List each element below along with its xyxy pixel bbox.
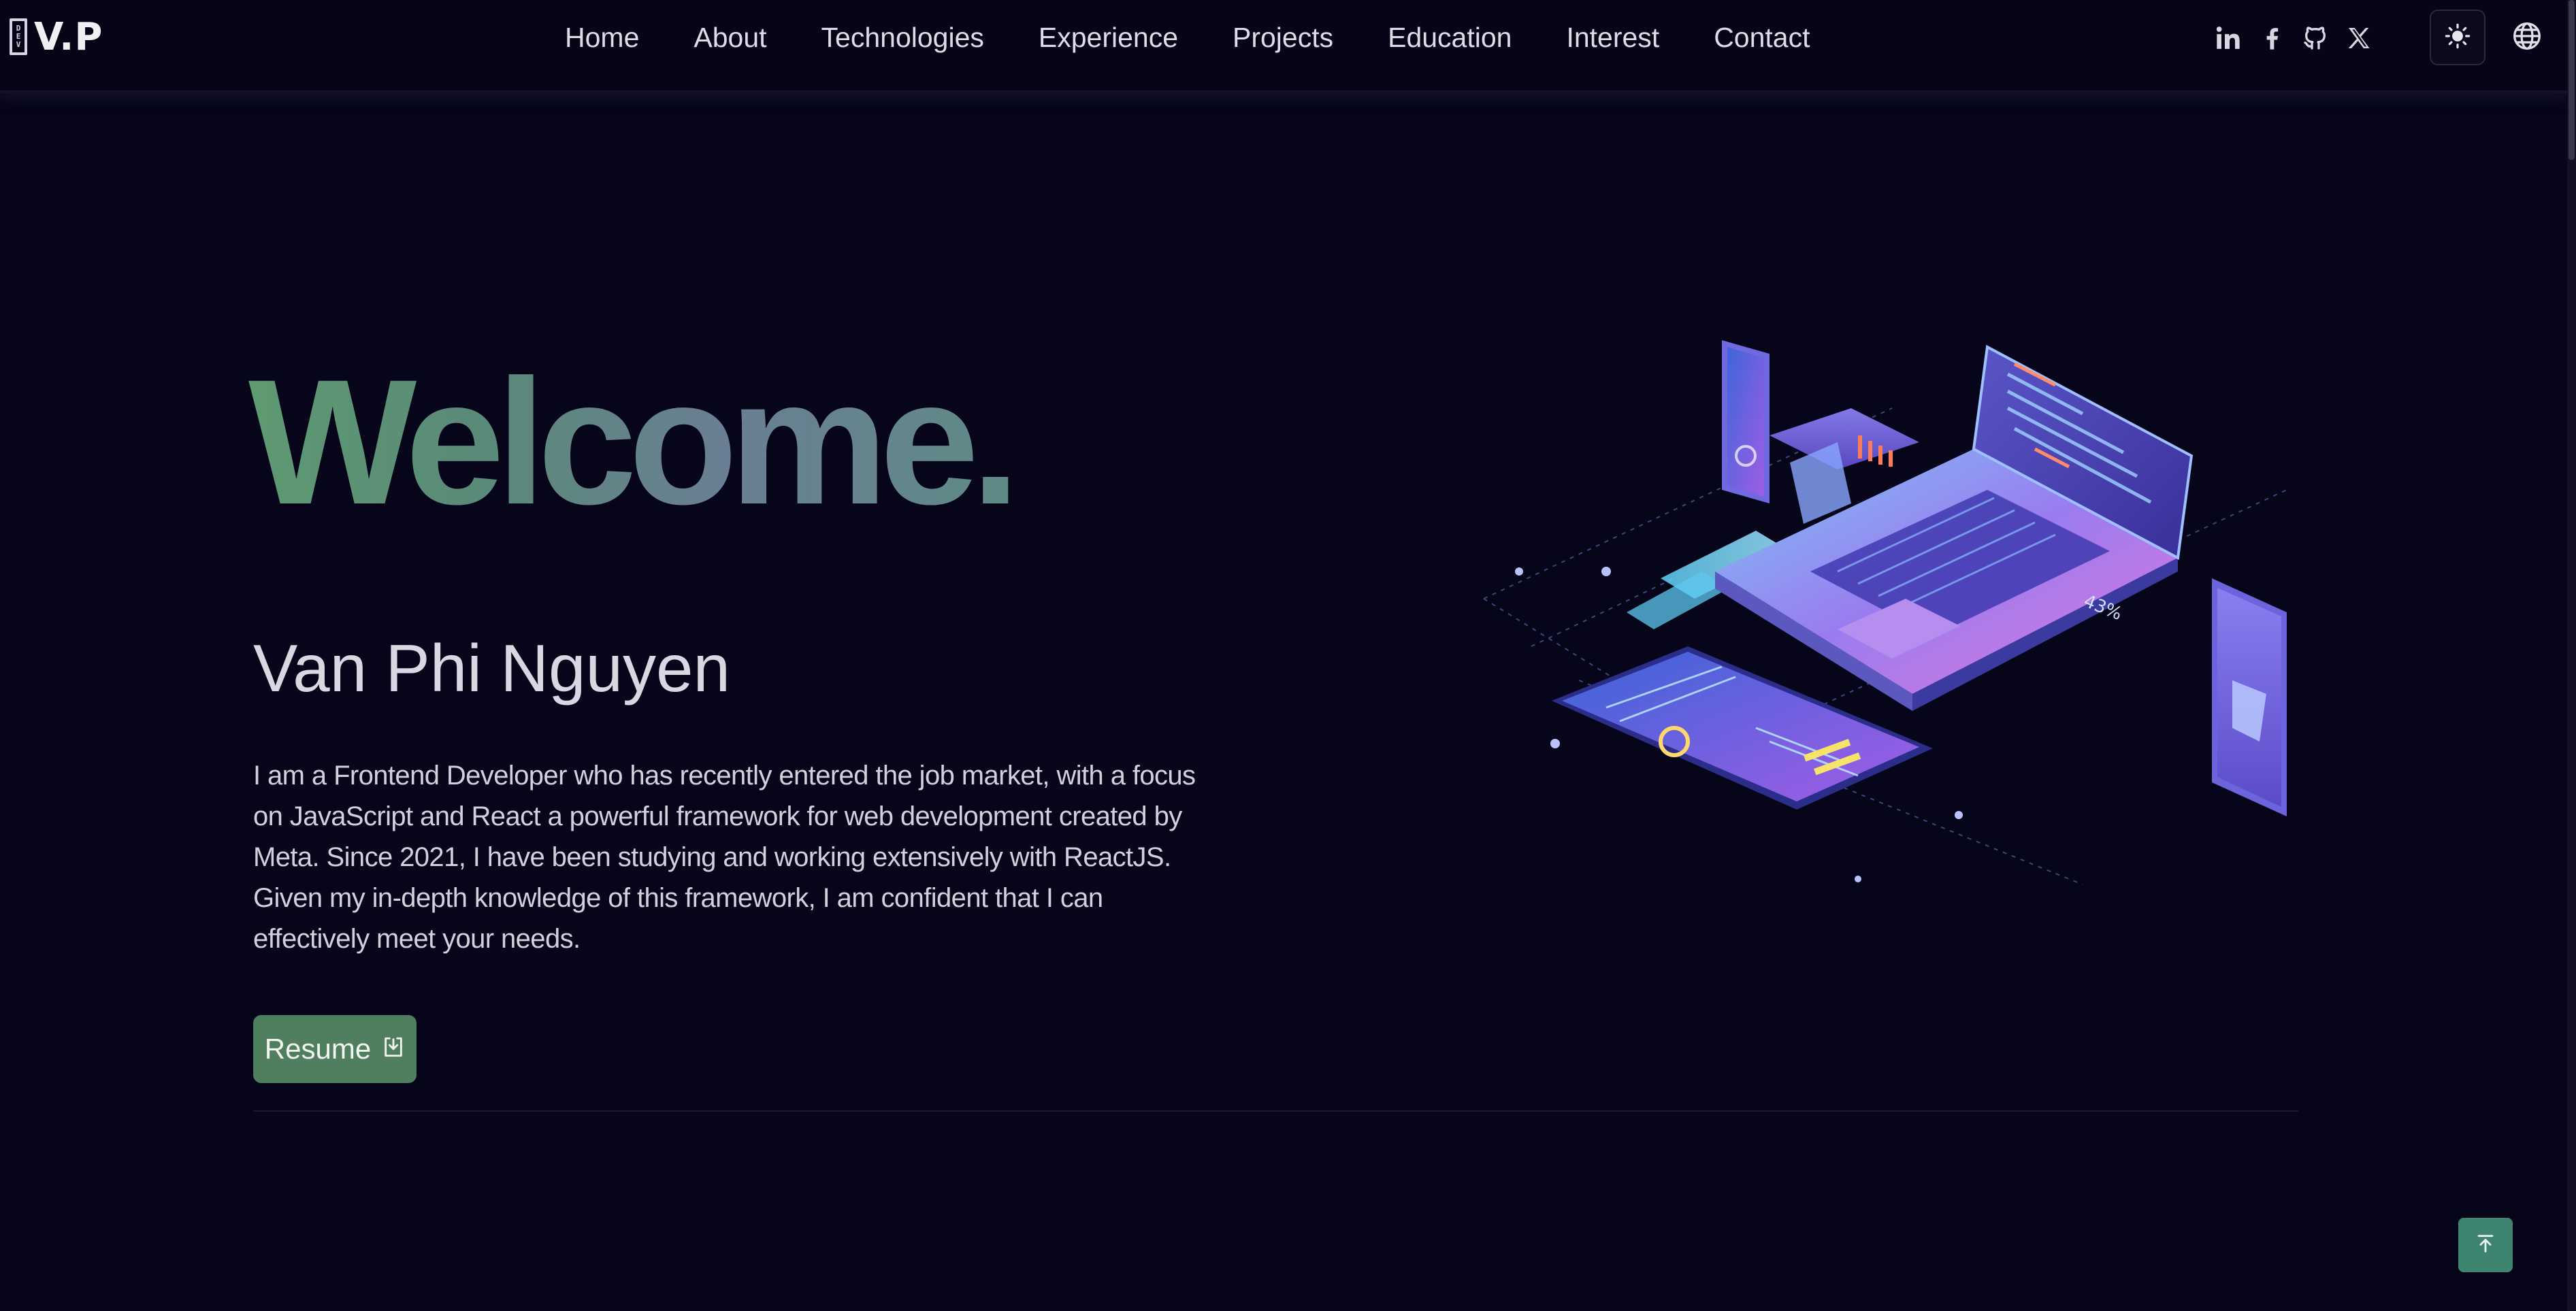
language-button[interactable] [2510,20,2544,54]
nav-link-experience[interactable]: Experience [1011,19,1205,56]
nav-link-about[interactable]: About [666,19,794,56]
resume-button[interactable]: Resume [253,1015,417,1083]
nav-link-contact[interactable]: Contact [1686,19,1837,56]
page-scrollbar[interactable] [2567,0,2576,1311]
theme-toggle-button[interactable] [2430,10,2485,65]
nav-link-interest[interactable]: Interest [1539,19,1686,56]
nav-link-projects[interactable]: Projects [1205,19,1360,56]
arrow-up-to-line-icon [2474,1232,2497,1259]
resume-button-label: Resume [264,1033,372,1065]
nav-menu: Home About Technologies Experience Proje… [565,19,1838,56]
nav-link-technologies[interactable]: Technologies [794,19,1011,56]
scrollbar-thumb[interactable] [2569,0,2575,160]
x-icon[interactable] [2344,23,2374,53]
back-to-top-button[interactable] [2458,1218,2513,1272]
globe-icon [2512,21,2542,54]
nav-link-education[interactable]: Education [1360,19,1539,56]
hero-title: Welcome. [248,340,1020,544]
facebook-icon[interactable] [2257,23,2287,53]
logo-badge-letter: V [16,40,21,49]
nav-link-home[interactable]: Home [565,19,666,56]
logo-text: V.P [34,14,103,59]
download-icon [382,1033,405,1065]
section-divider [253,1110,2298,1112]
logo[interactable]: D E V V.P [10,14,103,59]
page: D E V V.P Home About Technologies Experi… [0,0,2576,1311]
sun-icon [2445,23,2471,52]
github-icon[interactable] [2300,23,2330,53]
hero-description: I am a Frontend Developer who has recent… [253,761,1196,954]
logo-dev-badge: D E V [10,18,27,55]
navbar: D E V V.P Home About Technologies Experi… [0,0,2567,93]
social-links [2213,20,2374,56]
linkedin-icon[interactable] [2213,23,2243,53]
hero-illustration: 43% [1470,327,2300,912]
hero-name: Van Phi Nguyen [253,631,730,706]
